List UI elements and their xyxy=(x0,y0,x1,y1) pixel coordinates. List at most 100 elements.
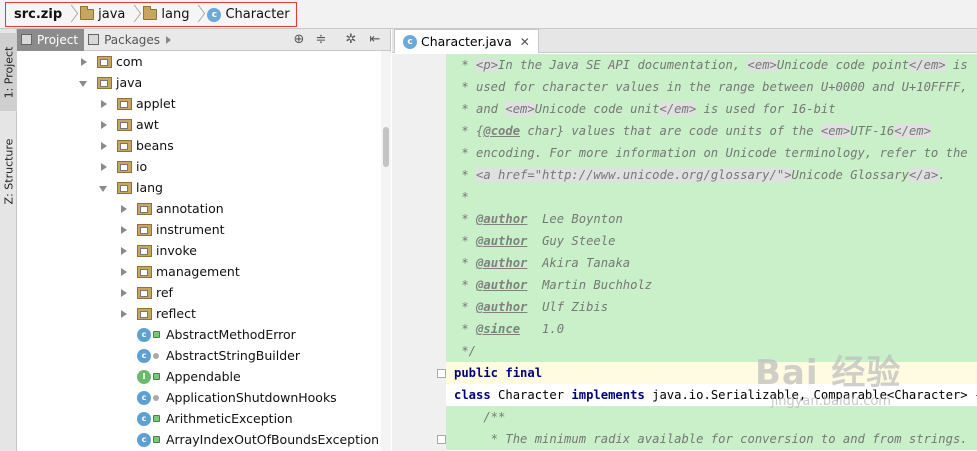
chevron-down-icon[interactable] xyxy=(99,183,109,193)
code-line[interactable]: * The minimum radix available for conver… xyxy=(446,428,977,450)
tree-item-awt[interactable]: awt xyxy=(99,114,159,135)
fold-marker-icon[interactable] xyxy=(437,369,446,378)
tree-item-label: Appendable xyxy=(166,369,241,384)
package-icon xyxy=(117,181,132,194)
code-line[interactable]: class Character implements java.io.Seria… xyxy=(446,384,977,406)
chevron-right-icon[interactable] xyxy=(79,57,89,67)
code-line[interactable]: * <p>In the Java SE API documentation, <… xyxy=(446,54,977,76)
class-icon: c xyxy=(207,7,222,22)
chevron-right-icon xyxy=(129,4,139,26)
tree-item-beans[interactable]: beans xyxy=(99,135,174,156)
package-icon xyxy=(97,76,112,89)
code-line[interactable]: */ xyxy=(446,340,977,362)
fold-marker-icon[interactable] xyxy=(437,435,446,444)
package-icon xyxy=(117,118,132,131)
tree-item-label: management xyxy=(156,264,240,279)
tab-packages[interactable]: Packages xyxy=(84,29,177,51)
code-line[interactable]: * xyxy=(446,186,977,208)
chevron-right-icon[interactable] xyxy=(119,288,129,298)
chevron-down-icon[interactable] xyxy=(79,78,89,88)
code-line[interactable]: * @author Lee Boynton xyxy=(446,208,977,230)
ide-window: src.zip java lang c Character 1: Project xyxy=(0,0,977,451)
code-line[interactable]: * @author Martin Buchholz xyxy=(446,274,977,296)
interface-icon: I xyxy=(137,369,151,384)
code-line[interactable]: * @since 1.0 xyxy=(446,318,977,340)
tree-item-ref[interactable]: ref xyxy=(119,282,173,303)
chevron-right-icon xyxy=(193,4,203,26)
tree-item-arrayindexoutofboundsexception[interactable]: c ArrayIndexOutOfBoundsException xyxy=(119,429,379,450)
breadcrumb-label: java xyxy=(98,7,126,22)
structure-tool-tab[interactable]: Z: Structure xyxy=(0,123,17,219)
tree-item-label: invoke xyxy=(156,243,197,258)
tree-item-io[interactable]: io xyxy=(99,156,147,177)
project-tool-tab[interactable]: 1: Project xyxy=(0,33,17,111)
chevron-right-icon[interactable] xyxy=(119,267,129,277)
tree-item-applicationshutdownhooks[interactable]: c ApplicationShutdownHooks xyxy=(119,387,337,408)
scroll-from-source-icon[interactable]: ⊕ xyxy=(291,32,307,48)
tree-item-label: lang xyxy=(136,180,163,195)
tab-project[interactable]: Project xyxy=(17,28,85,51)
code-line[interactable]: * and <em>Unicode code unit</em> is used… xyxy=(446,98,977,120)
tree-item-arithmeticexception[interactable]: c ArithmeticException xyxy=(119,408,293,429)
gear-icon[interactable]: ✲ xyxy=(343,32,359,48)
code-line[interactable]: /** xyxy=(446,406,977,428)
code-line[interactable]: * @author Guy Steele xyxy=(446,230,977,252)
breadcrumb-item-lang[interactable]: lang xyxy=(143,3,189,26)
more-views-icon xyxy=(166,35,172,44)
tree-item-abstractstringbuilder[interactable]: c AbstractStringBuilder xyxy=(119,345,300,366)
tree-item-reflect[interactable]: reflect xyxy=(119,303,196,324)
public-access-icon xyxy=(153,373,160,380)
project-scrollbar[interactable] xyxy=(381,51,391,451)
tree-item-annotation[interactable]: annotation xyxy=(119,198,224,219)
tree-item-label: ApplicationShutdownHooks xyxy=(166,390,337,405)
class-icon: c xyxy=(137,327,151,342)
breadcrumb-item-java[interactable]: java xyxy=(80,3,125,26)
scrollbar-thumb[interactable] xyxy=(383,127,389,167)
editor-gutter xyxy=(392,54,446,451)
package-icon xyxy=(137,202,152,215)
chevron-right-icon[interactable] xyxy=(119,246,129,256)
chevron-right-icon[interactable] xyxy=(99,141,109,151)
package-icon xyxy=(97,55,112,68)
package-private-icon xyxy=(153,352,159,359)
tree-item-instrument[interactable]: instrument xyxy=(119,219,225,240)
breadcrumb: src.zip java lang c Character xyxy=(5,2,297,27)
breadcrumb-item-character[interactable]: c Character xyxy=(207,3,290,26)
code-line[interactable]: * encoding. For more information on Unic… xyxy=(446,142,977,164)
tree-item-label: AbstractStringBuilder xyxy=(166,348,300,363)
chevron-right-icon[interactable] xyxy=(119,204,129,214)
code-line[interactable]: * @author Akira Tanaka xyxy=(446,252,977,274)
tree-item-label: ref xyxy=(156,285,173,300)
chevron-right-icon[interactable] xyxy=(119,225,129,235)
close-icon[interactable]: ✕ xyxy=(520,35,530,49)
tree-item-management[interactable]: management xyxy=(119,261,240,282)
chevron-right-icon[interactable] xyxy=(99,120,109,130)
chevron-right-icon[interactable] xyxy=(119,309,129,319)
code-line[interactable]: public final xyxy=(446,362,977,384)
public-access-icon xyxy=(153,415,160,422)
chevron-right-icon[interactable] xyxy=(99,99,109,109)
package-icon xyxy=(117,97,132,110)
breadcrumb-item-src-zip[interactable]: src.zip xyxy=(14,3,62,26)
tree-item-appendable[interactable]: I Appendable xyxy=(119,366,241,387)
code-view[interactable]: * <p>In the Java SE API documentation, <… xyxy=(446,54,977,451)
tree-item-label: java xyxy=(116,75,143,90)
tree-item-applet[interactable]: applet xyxy=(99,93,176,114)
code-line[interactable]: * used for character values in the range… xyxy=(446,76,977,98)
editor-tab-character-java[interactable]: c Character.java ✕ xyxy=(394,29,539,53)
project-tool-tab-label: 1: Project xyxy=(2,46,15,98)
tree-item-java[interactable]: java xyxy=(79,72,142,93)
code-line[interactable]: * <a href="http://www.unicode.org/glossa… xyxy=(446,164,977,186)
code-line[interactable]: * {@code char} values that are code unit… xyxy=(446,120,977,142)
hide-panel-icon[interactable]: ⇤ xyxy=(367,32,383,48)
tree-item-invoke[interactable]: invoke xyxy=(119,240,197,261)
tree-item-abstractmethoderror[interactable]: c AbstractMethodError xyxy=(119,324,296,345)
tab-packages-label: Packages xyxy=(104,32,161,47)
tree-item-label: com xyxy=(116,54,143,69)
chevron-right-icon[interactable] xyxy=(99,162,109,172)
code-line[interactable]: * @author Ulf Zibis xyxy=(446,296,977,318)
breadcrumb-label: lang xyxy=(161,7,190,22)
tree-item-com[interactable]: com xyxy=(79,51,143,72)
collapse-all-icon[interactable]: ≑ xyxy=(313,32,329,48)
tree-item-lang[interactable]: lang xyxy=(99,177,163,198)
